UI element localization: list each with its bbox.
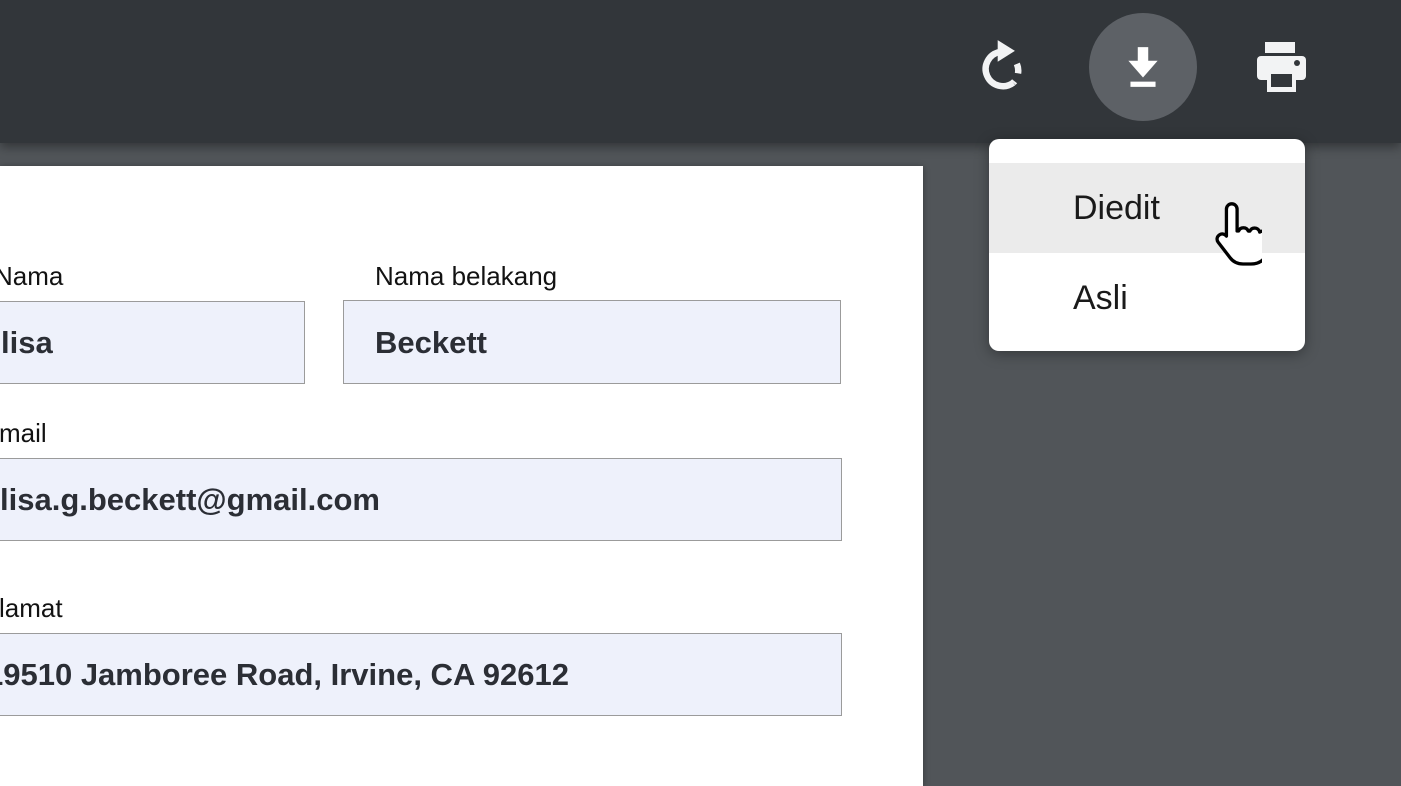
menu-item-original[interactable]: Asli [989, 253, 1305, 343]
print-icon [1253, 42, 1310, 92]
menu-item-edited[interactable]: Diedit [989, 163, 1305, 253]
address-value: 19510 Jamboree Road, Irvine, CA 92612 [0, 653, 569, 697]
last-name-value: Beckett [375, 321, 487, 365]
email-value: lisa.g.beckett@gmail.com [0, 478, 380, 522]
first-name-label: Nama [0, 261, 63, 291]
last-name-label: Nama belakang [375, 261, 557, 291]
pdf-page: Nama lisa Nama belakang Beckett mail lis… [0, 166, 923, 786]
download-menu: Diedit Asli [989, 139, 1305, 351]
print-button[interactable] [1251, 40, 1311, 94]
address-label: lamat [0, 593, 63, 623]
email-label: mail [0, 418, 47, 448]
download-icon [1120, 44, 1166, 90]
pdf-toolbar [0, 0, 1401, 143]
rotate-clockwise-icon [976, 38, 1028, 94]
rotate-button[interactable] [974, 38, 1030, 94]
first-name-value: lisa [1, 321, 53, 365]
download-button[interactable] [1089, 13, 1197, 121]
